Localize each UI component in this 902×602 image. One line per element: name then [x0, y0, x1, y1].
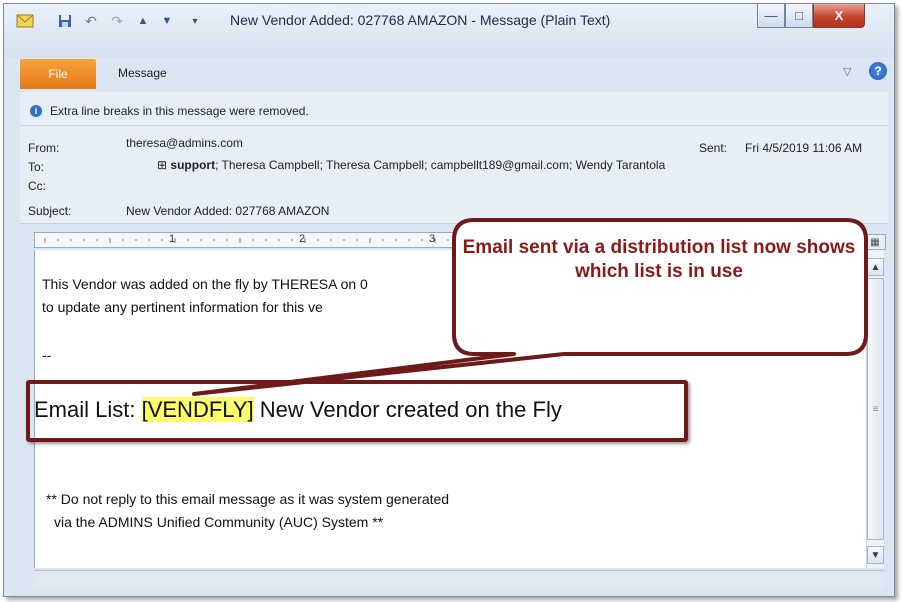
outlook-message-window: ↶ ↷ ▲ ▼ ▾ New Vendor Added: 027768 AMAZO…	[3, 3, 895, 597]
callout-text: Email sent via a distribution list now s…	[462, 237, 856, 283]
callout-shape	[192, 218, 868, 396]
highlight-box	[26, 380, 688, 442]
